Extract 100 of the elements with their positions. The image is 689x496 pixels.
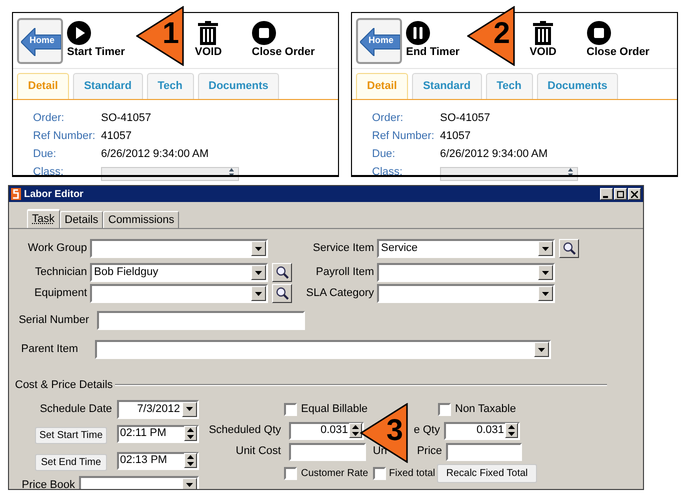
search-button[interactable] bbox=[559, 239, 579, 258]
close-order-label[interactable]: Close Order bbox=[586, 46, 650, 59]
field-label: Unit Cost bbox=[234, 444, 281, 460]
dropdown-button[interactable] bbox=[251, 286, 266, 301]
caret-down-icon bbox=[538, 348, 545, 352]
time-field[interactable]: 02:13 PM bbox=[117, 452, 199, 470]
field-label: Equipment bbox=[33, 286, 87, 302]
combo-box[interactable]: Bob Fieldguy bbox=[90, 263, 268, 282]
dropdown-button[interactable] bbox=[251, 241, 266, 256]
home-button[interactable]: Home bbox=[356, 18, 402, 64]
field-label: Technician bbox=[34, 265, 87, 280]
action-button[interactable]: Set Start Time bbox=[35, 426, 107, 444]
window-title: Labor Editor bbox=[24, 188, 84, 202]
maximize-icon bbox=[617, 190, 624, 198]
caret-up-icon bbox=[187, 455, 194, 460]
tab[interactable]: Commissions bbox=[103, 211, 180, 228]
checkbox[interactable] bbox=[284, 466, 297, 480]
input-field[interactable] bbox=[289, 442, 366, 460]
search-icon bbox=[276, 266, 288, 279]
combo-box[interactable] bbox=[90, 284, 268, 303]
checkbox[interactable] bbox=[373, 466, 386, 480]
date-field[interactable]: 7/3/2012 bbox=[117, 400, 199, 418]
home-button[interactable]: Home bbox=[17, 18, 63, 64]
field-label: Price bbox=[416, 444, 442, 460]
checkbox-label: Customer Rate bbox=[301, 466, 370, 480]
tab[interactable]: Details bbox=[60, 211, 104, 228]
caret-down-icon bbox=[352, 432, 359, 436]
caret-down-icon bbox=[255, 292, 262, 296]
field-label: Payroll Item bbox=[314, 265, 374, 280]
minimize-button[interactable] bbox=[600, 188, 613, 200]
field-label: Class: bbox=[372, 164, 404, 180]
tab[interactable]: Task bbox=[27, 209, 60, 228]
timer-label[interactable]: End Timer bbox=[406, 46, 460, 59]
close-icon bbox=[631, 190, 638, 198]
field-value: 6/26/2012 9:34:00 AM bbox=[101, 146, 209, 162]
input-field[interactable] bbox=[446, 442, 522, 460]
time-field[interactable]: 02:11 PM bbox=[117, 424, 199, 442]
close-order-label[interactable]: Close Order bbox=[252, 46, 315, 59]
checkbox[interactable] bbox=[438, 402, 451, 416]
search-button[interactable] bbox=[272, 263, 292, 282]
search-icon bbox=[562, 242, 576, 255]
caret-down-icon bbox=[187, 434, 194, 439]
dropdown-button[interactable] bbox=[538, 286, 553, 301]
spin-button[interactable] bbox=[505, 423, 518, 438]
dropdown-button[interactable] bbox=[182, 402, 197, 416]
caret-down-icon bbox=[542, 246, 549, 250]
combo-box[interactable] bbox=[90, 239, 268, 258]
arrow-icon bbox=[360, 28, 400, 56]
field-value: 6/26/2012 9:34:00 AM bbox=[440, 146, 548, 162]
caret-down-icon bbox=[542, 270, 549, 274]
close-button[interactable] bbox=[628, 188, 641, 200]
combo-box[interactable] bbox=[95, 340, 551, 359]
field-label: Un bbox=[372, 444, 387, 460]
spin-button[interactable] bbox=[349, 423, 362, 438]
qty-field[interactable]: 0.031 bbox=[444, 422, 520, 440]
stop-icon bbox=[586, 21, 610, 45]
spin-button[interactable] bbox=[184, 453, 197, 468]
combo-box[interactable] bbox=[377, 284, 555, 303]
caret-down-icon bbox=[508, 432, 515, 436]
search-button[interactable] bbox=[272, 284, 292, 303]
caret-down-icon bbox=[255, 270, 262, 274]
app-icon bbox=[11, 188, 21, 200]
spin-button[interactable] bbox=[184, 426, 197, 441]
dropdown-button[interactable] bbox=[538, 265, 553, 280]
play-icon bbox=[67, 21, 91, 45]
pause-icon bbox=[406, 21, 430, 45]
dropdown-button[interactable] bbox=[538, 241, 553, 256]
void-label[interactable]: VOID bbox=[530, 46, 556, 59]
dropdown-button[interactable] bbox=[182, 478, 197, 489]
field-label: Ref Number: bbox=[372, 128, 436, 144]
trash-icon bbox=[197, 21, 220, 45]
dropdown-button[interactable] bbox=[534, 342, 549, 357]
search-icon bbox=[276, 287, 288, 300]
input-field[interactable] bbox=[97, 311, 305, 330]
caret-down-icon bbox=[255, 246, 262, 250]
action-button[interactable]: Set End Time bbox=[35, 454, 107, 470]
caret-down-icon bbox=[186, 407, 193, 411]
checkbox[interactable] bbox=[284, 402, 297, 416]
field-label: Order: bbox=[33, 110, 66, 126]
field-label: Class: bbox=[33, 164, 65, 180]
field-label: Serial Number bbox=[18, 313, 89, 328]
caret-up-icon bbox=[352, 425, 359, 430]
combo-box[interactable] bbox=[79, 476, 199, 489]
combo-box[interactable] bbox=[377, 263, 555, 282]
field-label: Price Book bbox=[20, 478, 75, 489]
combo-box[interactable]: Service bbox=[377, 239, 555, 258]
qty-field[interactable]: 0.031 bbox=[289, 422, 364, 440]
recalc-button[interactable]: Recalc Fixed Total bbox=[437, 464, 537, 482]
timer-label[interactable]: Start Timer bbox=[67, 46, 125, 59]
dropdown-button[interactable] bbox=[251, 265, 266, 280]
maximize-button[interactable] bbox=[614, 188, 627, 200]
callout-number: 2 bbox=[493, 19, 510, 49]
field-label: Due: bbox=[372, 146, 396, 162]
caret-down-icon bbox=[542, 292, 549, 296]
checkbox-label: Fixed total bbox=[389, 466, 436, 480]
field-label: Work Group bbox=[26, 241, 87, 256]
callout-number: 3 bbox=[386, 416, 403, 446]
field-label: Order: bbox=[372, 110, 404, 126]
void-label[interactable]: VOID bbox=[194, 46, 222, 59]
section-title: Cost & Price Details bbox=[15, 378, 113, 393]
